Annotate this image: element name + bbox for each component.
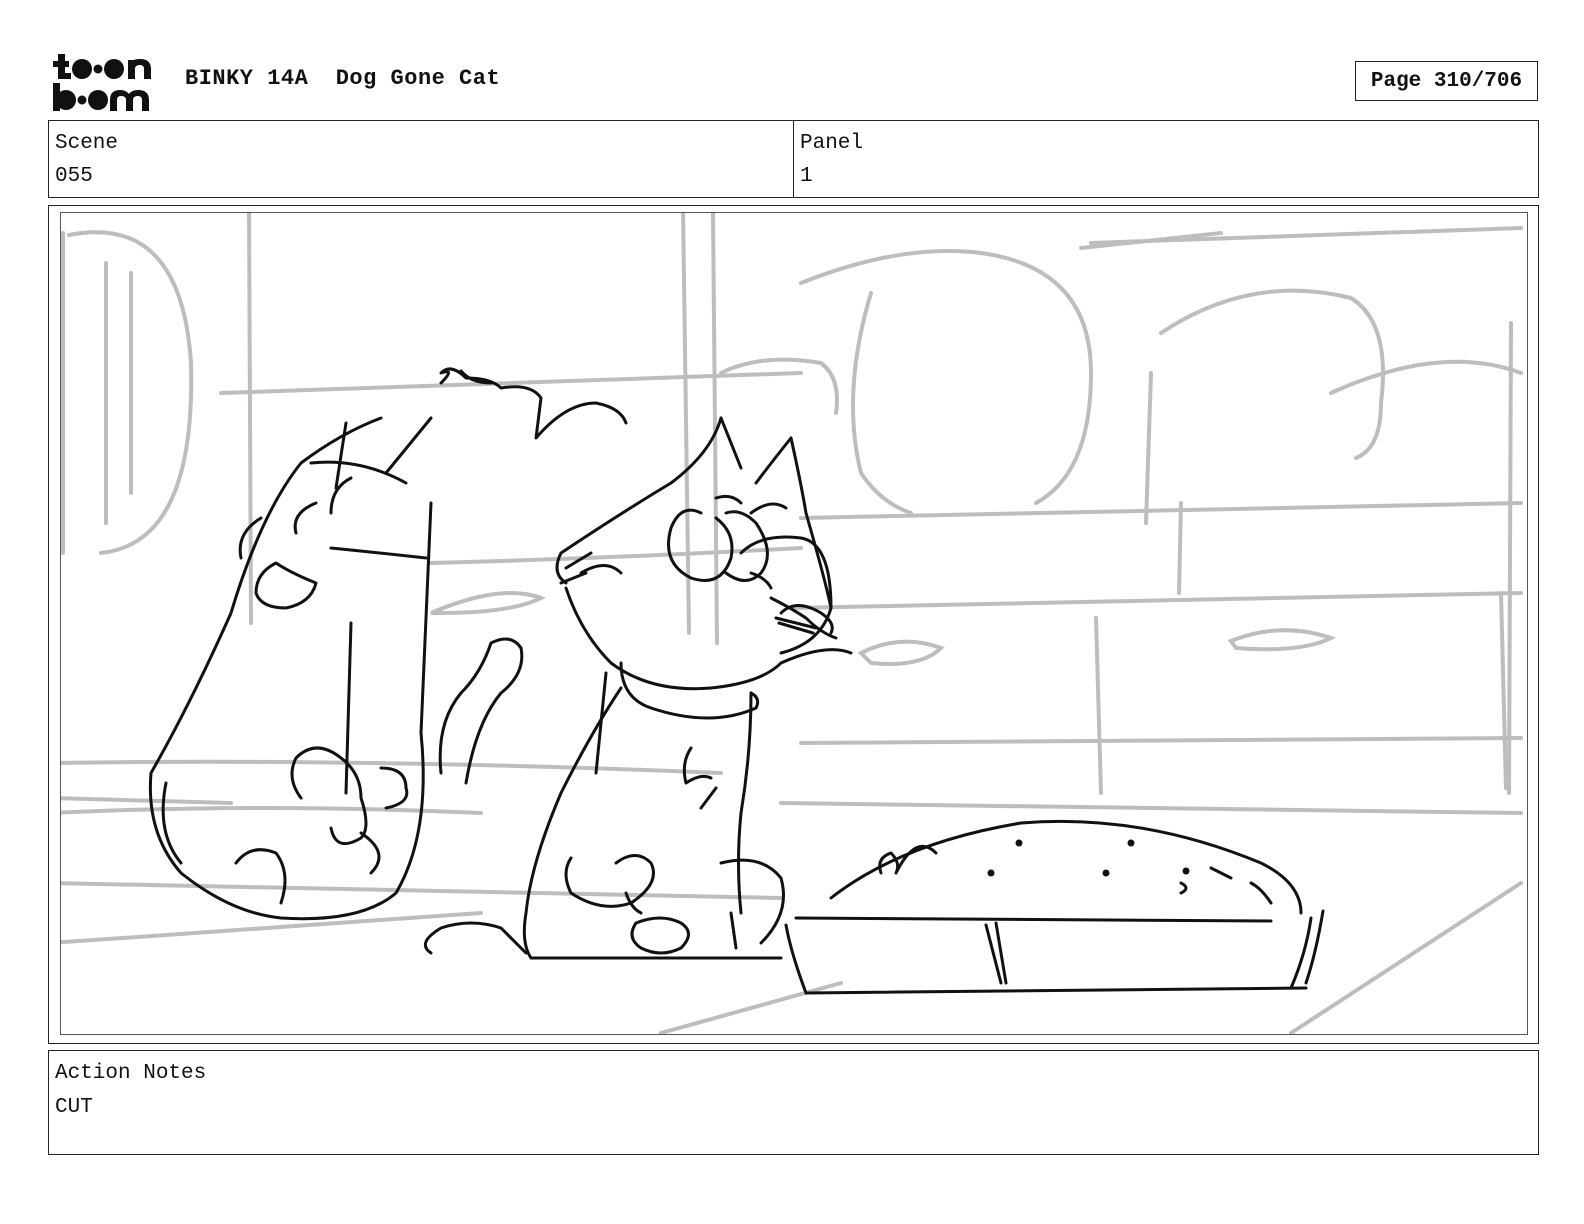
action-notes-text: CUT: [55, 1096, 93, 1119]
storyboard-panel-image: [60, 212, 1528, 1035]
page-label: Page 310/706: [1370, 69, 1523, 93]
food-bowl: [829, 819, 1303, 915]
action-notes: Action Notes CUT: [48, 1050, 1539, 1155]
page-indicator: Page 310/706: [1355, 61, 1538, 101]
episode-title: Dog Gone Cat: [335, 66, 501, 91]
scene-cell: Scene 055: [49, 121, 793, 197]
big-cat-body: [148, 416, 433, 921]
production-code: BINKY 14A: [185, 66, 309, 91]
panel-cell: Panel 1: [793, 121, 1538, 197]
toon-boom-logo: [52, 50, 164, 112]
scene-panel-row: Scene 055 Panel 1: [48, 120, 1539, 198]
panel-label: Panel: [800, 132, 864, 155]
panel-value: 1: [800, 165, 813, 188]
scene-label: Scene: [55, 132, 119, 155]
action-notes-label: Action Notes: [55, 1062, 207, 1085]
scene-value: 055: [55, 165, 93, 188]
document-title: BINKY 14A Dog Gone Cat: [185, 66, 500, 91]
